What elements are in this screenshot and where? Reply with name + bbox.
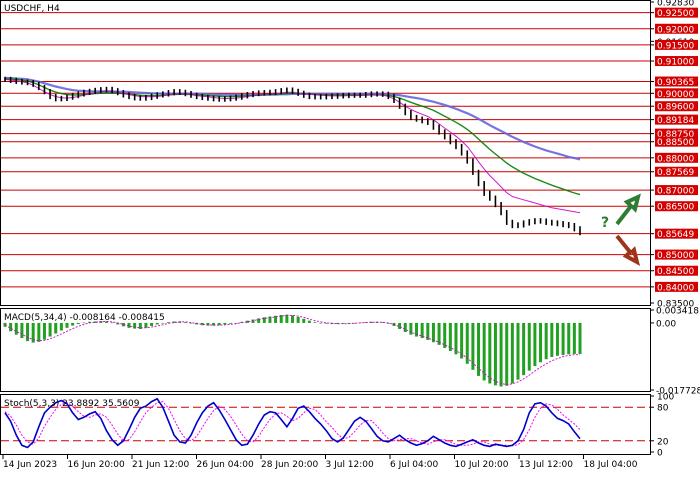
price-tick-label: 0.89184	[657, 116, 694, 126]
macd-bar	[544, 322, 548, 360]
macd-title: MACD(5,34,4) -0.008164 -0.008415	[4, 313, 165, 323]
price-axis: 0.928300.925000.920000.916100.915000.910…	[650, 0, 698, 310]
macd-bar	[37, 322, 41, 342]
price-tick-label: 0.90365	[657, 78, 694, 88]
macd-bar	[437, 322, 441, 345]
time-axis: 14 Jun 2023 16 Jun 20:00 21 Jun 12:00 26 Ju…	[2, 455, 638, 470]
price-tick-label: 0.87569	[657, 168, 694, 178]
macd-bar	[539, 322, 543, 363]
macd-bar	[20, 322, 24, 339]
macd-bar	[48, 322, 52, 337]
price-tick-label: 0.84000	[657, 283, 694, 293]
macd-bar	[155, 322, 159, 325]
macd-bar	[54, 322, 58, 334]
macd-bar	[313, 322, 317, 323]
macd-bar	[302, 318, 306, 323]
macd-bar	[319, 322, 323, 324]
macd-bar	[14, 322, 18, 335]
price-tick-label: 0.88000	[657, 154, 694, 164]
time-tick-label: 18 Jul 04:00	[584, 460, 638, 470]
time-tick-label: 28 Jun 20:00	[261, 460, 318, 470]
time-tick-label: 26 Jun 04:00	[197, 460, 254, 470]
macd-bar	[578, 322, 582, 354]
price-tick-label: 0.85649	[657, 230, 694, 240]
price-tick-label: 0.92000	[657, 25, 694, 35]
macd-bar	[561, 322, 565, 356]
macd-bar	[572, 322, 576, 354]
stoch-tick-label: 0	[657, 449, 663, 459]
macd-bar	[533, 322, 537, 367]
price-tick-label: 0.92500	[657, 9, 694, 19]
macd-bar	[499, 322, 503, 387]
time-tick-label: 10 Jul 20:00	[455, 460, 509, 470]
macd-bar	[307, 320, 311, 323]
macd-bar	[150, 322, 154, 326]
macd-bar	[431, 322, 435, 343]
macd-bar	[59, 322, 63, 331]
macd-bar	[161, 322, 165, 324]
macd-bar	[9, 322, 13, 332]
macd-bar	[144, 322, 148, 328]
stoch-tick-label: 100	[657, 393, 674, 403]
price-tick-label: 0.85000	[657, 251, 694, 261]
macd-bar	[522, 322, 526, 376]
price-tick-label: 0.91500	[657, 41, 694, 51]
macd-bar	[65, 322, 69, 328]
macd-bar	[296, 316, 300, 323]
macd-bar	[516, 322, 520, 380]
macd-bar	[488, 322, 492, 384]
macd-bar	[555, 322, 559, 356]
stoch-tick-label: 20	[657, 437, 669, 447]
macd-bar	[510, 322, 514, 384]
macd-bar	[26, 322, 30, 342]
price-tick-label: 0.92830	[657, 0, 694, 9]
macd-bar	[291, 315, 294, 323]
stoch-axis: 10080 20 0	[650, 393, 674, 459]
macd-bar	[223, 322, 227, 325]
time-tick-label: 14 Jun 2023	[3, 460, 57, 470]
stoch-title: Stoch(5,3,3) 23.8892 35.5609	[4, 399, 140, 409]
macd-bar	[460, 322, 464, 359]
macd-bar	[527, 322, 531, 371]
time-tick-label: 6 Jul 04:00	[390, 460, 439, 470]
chart-root: USDCHF, H4 ? 0.928300.925000.920000.9161…	[0, 0, 700, 470]
chart-title: USDCHF, H4	[4, 4, 60, 14]
question-mark: ?	[601, 215, 609, 231]
macd-bar	[42, 322, 46, 340]
macd-bar	[71, 322, 75, 326]
macd-bar	[76, 322, 80, 325]
price-tick-label: 0.89600	[657, 103, 694, 113]
time-tick-label: 16 Jun 20:00	[68, 460, 125, 470]
price-tick-label: 0.91000	[657, 58, 694, 68]
macd-tick-label: 0.003418	[656, 307, 699, 317]
macd-bar	[133, 322, 137, 329]
price-tick-label: 0.88500	[657, 138, 694, 148]
time-tick-label: 21 Jun 12:00	[132, 460, 189, 470]
macd-bar	[505, 322, 509, 386]
macd-axis: 0.0034180.00-0.017728	[650, 307, 700, 397]
macd-bar	[409, 322, 413, 335]
price-tick-label: 0.90000	[657, 90, 694, 100]
price-tick-label: 0.87000	[657, 187, 694, 197]
macd-tick-label: 0.00	[656, 319, 676, 329]
stoch-tick-label: 80	[657, 404, 669, 414]
price-tick-label: 0.86500	[657, 203, 694, 213]
macd-bar	[493, 322, 497, 386]
macd-bar	[228, 322, 232, 324]
time-tick-label: 13 Jul 12:00	[519, 460, 573, 470]
macd-bar	[403, 322, 407, 333]
price-tick-label: 0.84500	[657, 267, 694, 277]
time-tick-label: 3 Jul 12:00	[326, 460, 375, 470]
macd-bar	[567, 322, 571, 355]
macd-bar	[550, 322, 554, 357]
